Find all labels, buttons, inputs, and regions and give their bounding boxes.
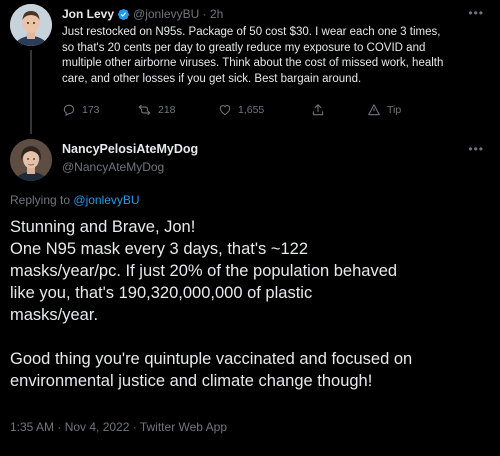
parent-tweet[interactable]: Jon Levy @jonlevyBU · 2h ••• Just restock…: [0, 0, 500, 134]
tip-icon: [367, 103, 381, 117]
tweet-body-line: Just restocked on N95s. Package of 50 co…: [62, 26, 441, 38]
retweet-icon: [137, 103, 152, 117]
retweet-button[interactable]: 218: [137, 103, 176, 117]
share-button[interactable]: [311, 103, 325, 117]
reply-author-name[interactable]: NancyPelosiAteMyDog: [62, 142, 198, 156]
reply-author-handle[interactable]: @NancyAteMyDog: [62, 160, 164, 174]
tweet-body-line: One N95 mask every 3 days, that's ~122: [10, 240, 309, 258]
replying-to-prefix: Replying to: [10, 193, 71, 207]
tweet-body-line: like you, that's 190,320,000,000 of plas…: [10, 284, 313, 302]
tweet-header: Jon Levy @jonlevyBU · 2h: [62, 7, 223, 24]
tweet-body-line: Good thing you're quintuple vaccinated a…: [10, 350, 413, 368]
author-avatar[interactable]: [10, 4, 52, 46]
tweet-body-line: care, and other losses if you get sick. …: [62, 72, 362, 85]
tweet-actions: 173 218 1,655 Tip: [62, 103, 442, 119]
verified-badge-icon: [117, 8, 130, 24]
tweet-body-line: multiple other airborne viruses. Think a…: [62, 57, 444, 69]
heart-icon: [218, 103, 232, 117]
tweet-time[interactable]: 2h: [210, 7, 223, 21]
tip-button[interactable]: Tip: [367, 103, 401, 117]
share-icon: [311, 103, 325, 117]
tweet-body: Just restocked on N95s. Package of 50 co…: [62, 25, 482, 87]
like-count: 1,655: [238, 104, 265, 116]
reply-tweet-body: Stunning and Brave, Jon! One N95 mask ev…: [10, 216, 490, 392]
more-horizontal-icon[interactable]: •••: [468, 6, 484, 20]
time-separator: ·: [202, 7, 207, 21]
author-handle[interactable]: @jonlevyBU: [133, 7, 199, 21]
replying-to-line: Replying to @jonlevyBU: [10, 193, 140, 207]
reply-icon: [62, 103, 76, 117]
tweet-body-line: environmental justice and climate change…: [10, 372, 373, 390]
author-name[interactable]: Jon Levy: [62, 7, 114, 21]
tip-label: Tip: [387, 104, 402, 116]
thread-connector-line: [30, 50, 32, 134]
tweet-timestamp[interactable]: 1:35 AM · Nov 4, 2022 · Twitter Web App: [10, 420, 227, 434]
reply-button[interactable]: 173: [62, 103, 100, 117]
like-button[interactable]: 1,655: [218, 103, 264, 117]
reply-count: 173: [82, 104, 100, 116]
retweet-count: 218: [158, 104, 176, 116]
tweet-body-line: Stunning and Brave, Jon!: [10, 218, 196, 236]
tweet-body-line: so that's 20 cents per day to greatly re…: [62, 41, 426, 54]
tweet-body-line: masks/year.: [10, 306, 99, 324]
reply-author-avatar[interactable]: [10, 139, 52, 181]
more-horizontal-icon[interactable]: •••: [468, 142, 484, 156]
replying-to-handle[interactable]: @jonlevyBU: [73, 193, 139, 207]
tweet-body-line: masks/year/pc. If just 20% of the popula…: [10, 262, 398, 280]
